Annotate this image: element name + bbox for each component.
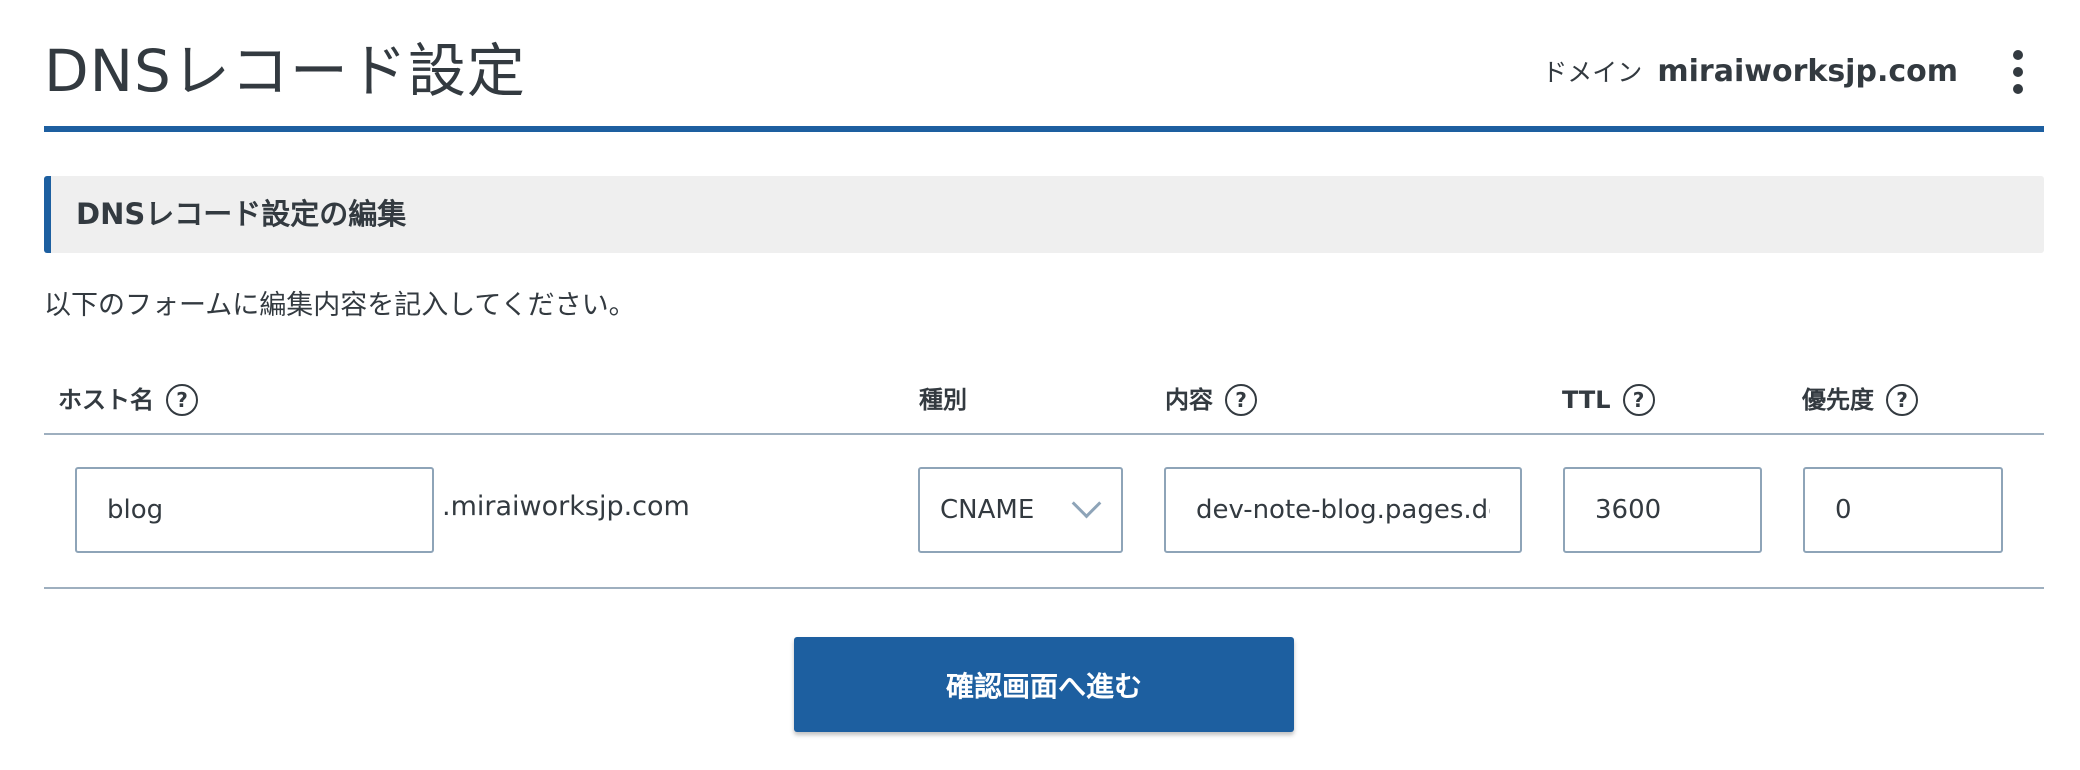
priority-help-icon[interactable]: ? (1886, 384, 1918, 416)
record-type-select[interactable]: CNAME (918, 467, 1123, 553)
column-header-priority: 優先度 ? (1802, 380, 1918, 420)
section-header: DNSレコード設定の編集 (44, 176, 2044, 253)
host-domain-suffix: .miraiworksjp.com (442, 491, 690, 522)
domain-label: ドメイン (1542, 58, 1643, 87)
column-header-type: 種別 (919, 380, 967, 420)
ttl-input[interactable] (1563, 467, 1762, 553)
column-header-type-label: 種別 (919, 386, 967, 414)
domain-value: miraiworksjp.com (1657, 54, 1958, 89)
kebab-menu-icon[interactable] (2008, 50, 2028, 94)
record-type-value: CNAME (940, 495, 1035, 525)
ttl-help-icon[interactable]: ? (1622, 384, 1655, 416)
column-header-ttl: TTL ? (1562, 380, 1655, 420)
confirm-button[interactable]: 確認画面へ進む (794, 637, 1294, 732)
table-row: .miraiworksjp.com CNAME (44, 435, 2044, 589)
column-header-ttl-label: TTL (1562, 386, 1611, 414)
priority-input[interactable] (1803, 467, 2003, 553)
content-help-icon[interactable]: ? (1225, 384, 1257, 416)
content-input[interactable] (1164, 467, 1522, 553)
page-header: DNSレコード設定 ドメイン miraiworksjp.com (44, 0, 2044, 132)
column-header-host-label: ホスト名 (58, 386, 154, 414)
column-header-priority-label: 優先度 (1802, 386, 1874, 414)
table-header: ホスト名 ? 種別 内容 ? TTL ? 優先度 ? (44, 370, 2044, 435)
form-instruction: 以下のフォームに編集内容を記入してください。 (44, 290, 636, 321)
section-title: DNSレコード設定の編集 (76, 197, 407, 231)
column-header-content-label: 内容 (1165, 386, 1213, 414)
host-name-input[interactable] (75, 467, 434, 553)
column-header-content: 内容 ? (1165, 380, 1257, 420)
chevron-down-icon (1071, 488, 1102, 519)
page-title: DNSレコード設定 (44, 37, 526, 105)
column-header-host: ホスト名 ? (58, 380, 198, 420)
domain-indicator: ドメイン miraiworksjp.com (1542, 52, 1958, 96)
host-help-icon[interactable]: ? (166, 384, 198, 416)
